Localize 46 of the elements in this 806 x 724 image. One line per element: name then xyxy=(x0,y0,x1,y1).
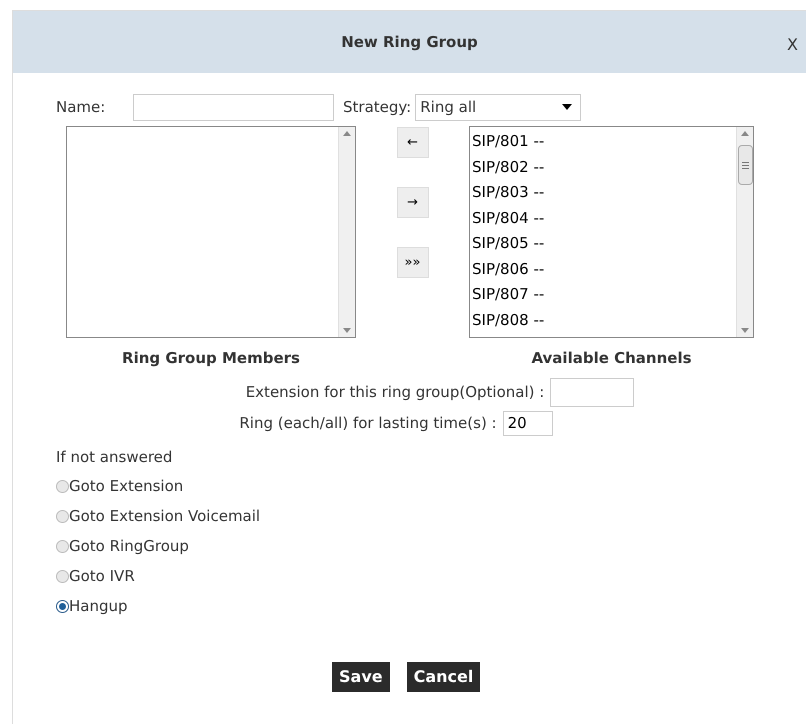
name-input[interactable] xyxy=(133,94,334,120)
radio-button[interactable] xyxy=(56,480,69,493)
move-button[interactable]: ← xyxy=(396,127,428,158)
move-button[interactable]: → xyxy=(396,187,428,218)
members-label: Ring Group Members xyxy=(122,348,300,369)
scroll-down-icon[interactable] xyxy=(741,328,749,333)
extension-input[interactable] xyxy=(550,378,634,406)
scroll-up-icon[interactable] xyxy=(741,131,749,136)
channel-option[interactable]: SIP/807 -- xyxy=(472,282,736,308)
name-label: Name: xyxy=(56,96,106,118)
action-button[interactable]: Save xyxy=(332,662,390,692)
channel-option[interactable]: SIP/806 -- xyxy=(472,256,736,282)
strategy-label: Strategy: xyxy=(343,96,412,118)
channel-option[interactable]: SIP/808 -- xyxy=(472,308,736,333)
channel-option[interactable]: SIP/803 -- xyxy=(472,180,736,206)
move-button[interactable]: »» xyxy=(396,247,428,278)
radio-button[interactable] xyxy=(56,540,69,553)
radio-option[interactable]: Goto IVR xyxy=(56,562,806,592)
channel-option[interactable]: SIP/804 -- xyxy=(472,206,736,231)
members-listbox[interactable] xyxy=(66,126,356,338)
radio-option[interactable]: Goto Extension xyxy=(56,472,806,502)
action-button[interactable]: Cancel xyxy=(406,662,480,692)
channel-option[interactable]: SIP/805 -- xyxy=(472,231,736,256)
channels-label: Available Channels xyxy=(531,348,692,369)
scroll-up-icon[interactable] xyxy=(343,131,351,136)
close-button[interactable]: X xyxy=(787,33,798,57)
extension-label: Extension for this ring group(Optional) : xyxy=(246,382,544,403)
if-not-answered-label: If not answered xyxy=(56,447,174,468)
radio-option[interactable]: Hangup xyxy=(56,592,806,622)
caret-icon xyxy=(562,104,572,110)
radio-button[interactable] xyxy=(56,510,69,523)
radio-button[interactable] xyxy=(56,600,69,613)
ring-time-label: Ring (each/all) for lasting time(s) : xyxy=(239,412,497,434)
scroll-down-icon[interactable] xyxy=(343,328,351,333)
radio-button[interactable] xyxy=(56,570,69,583)
scroll-thumb[interactable] xyxy=(738,145,753,185)
radio-option[interactable]: Goto Extension Voicemail xyxy=(56,502,806,532)
strategy-select[interactable]: Ring all xyxy=(415,94,582,120)
radio-option[interactable]: Goto RingGroup xyxy=(56,532,806,562)
scrollbar[interactable] xyxy=(736,127,753,337)
scrollbar[interactable] xyxy=(338,127,355,337)
channel-option[interactable]: SIP/802 -- xyxy=(472,154,736,180)
ring-time-input[interactable]: 20 xyxy=(502,410,553,436)
channel-option[interactable]: SIP/801 -- xyxy=(472,129,736,154)
dialog-title: New Ring Group xyxy=(341,32,478,53)
channels-listbox[interactable]: SIP/801 -- SIP/802 -- SIP/803 -- SIP/804 -- SIP/805 -- SIP/806 -- SIP/807 -- SIP/808 -- xyxy=(469,126,754,338)
